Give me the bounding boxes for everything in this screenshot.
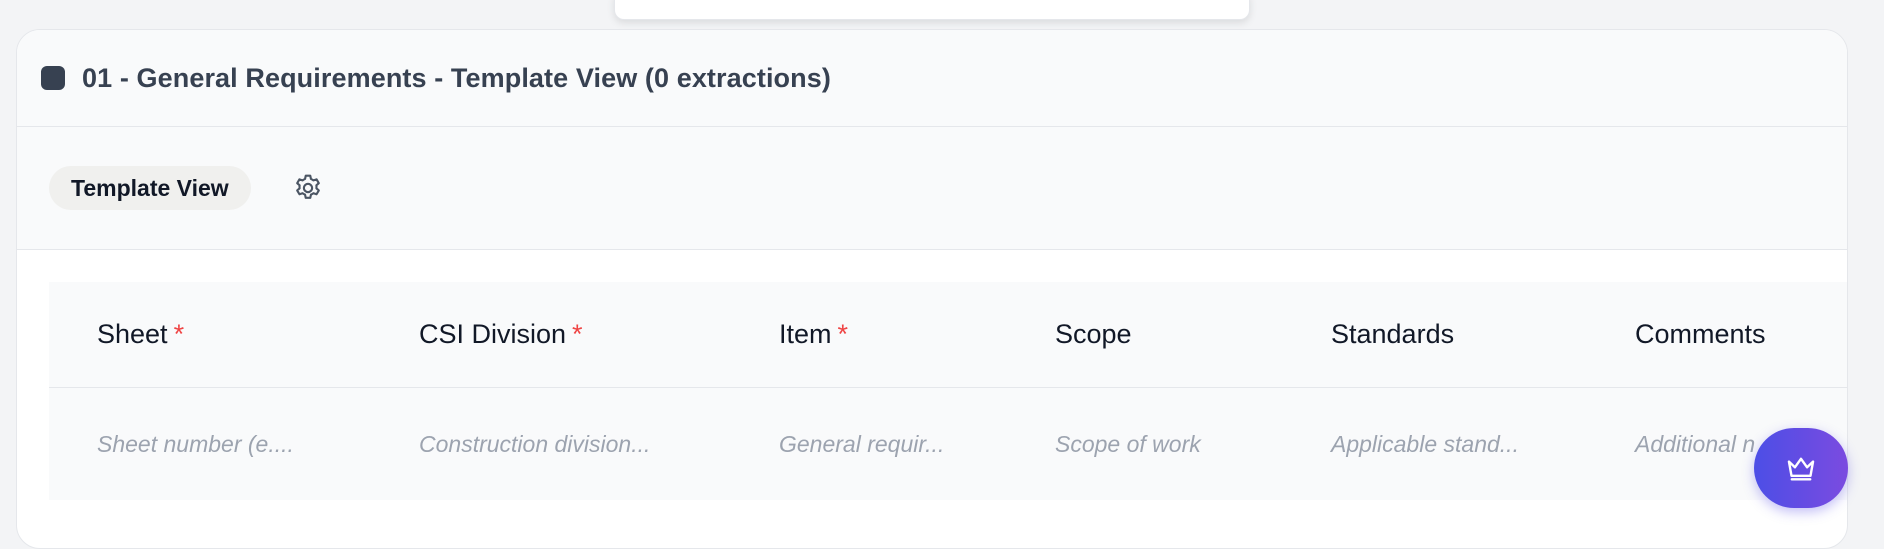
column-label: Sheet [97,319,168,349]
required-marker: * [173,319,185,349]
template-view-tab[interactable]: Template View [49,166,251,210]
extraction-card: 01 - General Requirements - Template Vie… [16,29,1848,549]
card-title: 01 - General Requirements - Template Vie… [82,62,831,93]
dropdown-popover [614,0,1250,20]
settings-button[interactable] [291,171,325,205]
csi-division-cell[interactable]: Construction division... [371,431,731,458]
column-header-standards[interactable]: Standards [1283,319,1587,350]
scope-cell[interactable]: Scope of work [1007,431,1283,458]
view-toolbar: Template View [17,127,1847,250]
card-header[interactable]: 01 - General Requirements - Template Vie… [17,30,1847,127]
table-row: Sheet number (e.... Construction divisio… [49,388,1847,500]
gear-icon [295,174,320,199]
column-label: CSI Division [419,319,567,349]
sheet-cell[interactable]: Sheet number (e.... [49,431,371,458]
table-header-row: Sheet * CSI Division * Item * Scope Standar… [49,282,1847,388]
item-cell[interactable]: General requir... [731,431,1007,458]
template-table: Sheet * CSI Division * Item * Scope Standar… [49,282,1847,500]
table-container: Sheet * CSI Division * Item * Scope Standar… [17,250,1847,500]
column-header-csi-division[interactable]: CSI Division * [371,319,731,350]
column-label: Scope [1055,319,1132,349]
column-header-scope[interactable]: Scope [1007,319,1283,350]
column-header-comments[interactable]: Comments [1587,319,1847,350]
template-view-label: Template View [71,174,229,201]
column-label: Standards [1331,319,1455,349]
standards-cell[interactable]: Applicable stand... [1283,431,1587,458]
column-label: Item [779,319,832,349]
column-label: Comments [1635,319,1766,349]
status-indicator [41,66,65,90]
crown-icon [1787,457,1815,481]
required-marker: * [572,319,583,349]
required-marker: * [837,319,849,349]
column-header-sheet[interactable]: Sheet * [49,319,371,350]
column-header-item[interactable]: Item * [731,319,1007,350]
upgrade-fab-button[interactable] [1754,428,1848,508]
